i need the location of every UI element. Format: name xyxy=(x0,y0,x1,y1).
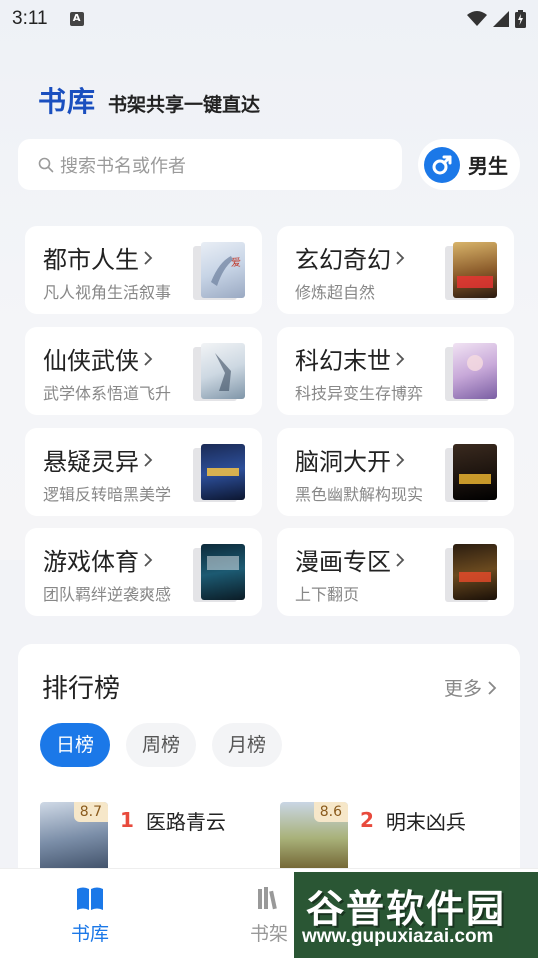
chevron-right-icon xyxy=(396,351,405,366)
page-header: 书库 书架共享一键直达 xyxy=(38,80,260,120)
watermark: 谷普软件园 www.gupuxiazai.com xyxy=(294,872,538,958)
book-cover xyxy=(445,343,497,401)
search-icon xyxy=(38,157,54,172)
category-title-row: 漫画专区 xyxy=(295,542,405,577)
category-card[interactable]: 科幻末世 科技异变生存博弈 xyxy=(277,327,514,415)
chevron-right-icon xyxy=(396,552,405,567)
category-grid: 都市人生 凡人视角生活叙事 爱 玄幻奇幻 修炼超自然 仙侠武侠 武学体系悟道飞升… xyxy=(25,226,514,616)
chevron-right-icon xyxy=(488,680,497,695)
category-title: 脑洞大开 xyxy=(295,448,391,476)
search-input[interactable]: 搜索书名或作者 xyxy=(18,139,402,190)
chevron-right-icon xyxy=(396,250,405,265)
gender-switch-button[interactable]: 男生 xyxy=(418,139,520,190)
category-title: 都市人生 xyxy=(43,246,139,274)
chevron-right-icon xyxy=(144,452,153,467)
gender-label: 男生 xyxy=(468,154,508,178)
category-title: 玄幻奇幻 xyxy=(295,246,391,274)
signal-icon xyxy=(493,11,509,27)
status-time: 3:11 xyxy=(12,8,48,29)
status-bar: 3:11 A xyxy=(0,0,538,38)
category-title: 仙侠武侠 xyxy=(43,347,139,375)
category-desc: 黑色幽默解构现实 xyxy=(295,485,424,504)
status-icons xyxy=(467,10,526,28)
category-title-row: 脑洞大开 xyxy=(295,442,405,477)
tab-monthly[interactable]: 月榜 xyxy=(212,723,283,767)
category-desc: 逻辑反转暗黑美学 xyxy=(43,485,172,504)
category-desc: 修炼超自然 xyxy=(295,283,376,302)
nav-label: 书库 xyxy=(70,923,109,945)
book-cover xyxy=(445,544,497,602)
category-title-row: 都市人生 xyxy=(43,240,153,275)
chevron-right-icon xyxy=(144,250,153,265)
watermark-text: 谷普软件园 xyxy=(306,887,507,931)
category-title: 科幻末世 xyxy=(295,347,391,375)
category-desc: 凡人视角生活叙事 xyxy=(43,283,172,302)
ranking-item[interactable]: 8.7 1 医路青云 xyxy=(40,802,226,874)
ime-indicator-icon: A xyxy=(69,12,84,26)
category-title-row: 仙侠武侠 xyxy=(43,341,153,376)
book-open-icon xyxy=(50,883,130,915)
book-cover: 8.6 xyxy=(280,802,348,874)
book-cover xyxy=(445,444,497,502)
nav-item-library[interactable]: 书库 xyxy=(50,883,130,946)
page-subtitle: 书架共享一键直达 xyxy=(108,94,261,116)
category-desc: 科技异变生存博弈 xyxy=(295,384,424,403)
watermark-url: www.gupuxiazai.com xyxy=(302,926,494,947)
category-desc: 上下翻页 xyxy=(295,585,360,604)
ranking-panel: 排行榜 更多 日榜 周榜 月榜 8.7 1 医路青云 8.6 2 明末凶兵 xyxy=(18,644,520,894)
category-card[interactable]: 游戏体育 团队羁绊逆袭爽感 xyxy=(25,528,262,616)
category-card[interactable]: 悬疑灵异 逻辑反转暗黑美学 xyxy=(25,428,262,516)
tab-daily[interactable]: 日榜 xyxy=(40,723,111,767)
rank-number: 2 xyxy=(360,808,374,832)
chevron-right-icon xyxy=(144,351,153,366)
male-symbol-icon xyxy=(424,146,460,183)
book-title: 明末凶兵 xyxy=(385,810,466,834)
category-card[interactable]: 都市人生 凡人视角生活叙事 爱 xyxy=(25,226,262,314)
category-title: 悬疑灵异 xyxy=(43,448,139,476)
ranking-tabs: 日榜 周榜 月榜 xyxy=(40,723,283,767)
search-placeholder: 搜索书名或作者 xyxy=(60,155,186,177)
book-cover xyxy=(193,444,245,502)
category-title: 漫画专区 xyxy=(295,548,391,576)
category-card[interactable]: 玄幻奇幻 修炼超自然 xyxy=(277,226,514,314)
ranking-item[interactable]: 8.6 2 明末凶兵 xyxy=(280,802,466,874)
book-cover xyxy=(193,343,245,401)
category-card[interactable]: 漫画专区 上下翻页 xyxy=(277,528,514,616)
category-card[interactable]: 仙侠武侠 武学体系悟道飞升 xyxy=(25,327,262,415)
book-cover xyxy=(445,242,497,300)
page-title: 书库 xyxy=(38,85,97,118)
svg-text:爱: 爱 xyxy=(231,256,241,269)
book-cover xyxy=(193,544,245,602)
score-badge: 8.7 xyxy=(73,802,108,822)
book-cover: 爱 xyxy=(193,242,245,300)
tab-weekly[interactable]: 周榜 xyxy=(126,723,197,767)
ranking-more-label: 更多 xyxy=(443,678,482,700)
category-desc: 团队羁绊逆袭爽感 xyxy=(43,585,172,604)
category-desc: 武学体系悟道飞升 xyxy=(43,384,172,403)
chevron-right-icon xyxy=(396,452,405,467)
category-title-row: 游戏体育 xyxy=(43,542,153,577)
category-title: 游戏体育 xyxy=(43,548,139,576)
category-title-row: 玄幻奇幻 xyxy=(295,240,405,275)
battery-icon xyxy=(515,10,526,28)
category-title-row: 悬疑灵异 xyxy=(43,442,153,477)
ranking-title: 排行榜 xyxy=(42,674,121,704)
book-title: 医路青云 xyxy=(145,810,226,834)
rank-number: 1 xyxy=(120,808,134,832)
score-badge: 8.6 xyxy=(313,802,348,822)
wifi-icon xyxy=(467,11,487,26)
chevron-right-icon xyxy=(144,552,153,567)
category-title-row: 科幻末世 xyxy=(295,341,405,376)
ranking-more-link[interactable]: 更多 xyxy=(444,674,498,701)
category-card[interactable]: 脑洞大开 黑色幽默解构现实 xyxy=(277,428,514,516)
book-cover: 8.7 xyxy=(40,802,108,874)
